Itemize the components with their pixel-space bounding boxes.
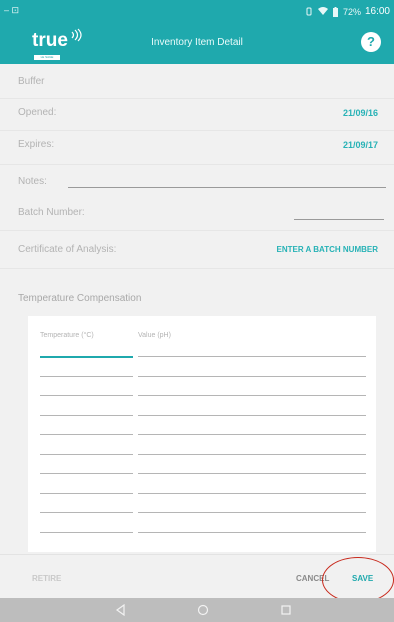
- notes-label: Notes:: [18, 176, 47, 187]
- value-cell-input[interactable]: [138, 473, 366, 474]
- temperature-cell-input[interactable]: [40, 531, 133, 533]
- col-header-temperature: Temperature (°C): [40, 332, 94, 339]
- status-icons-left: – ⊡: [4, 5, 20, 15]
- battery-icon: [332, 6, 338, 17]
- temperature-cell-input[interactable]: [40, 395, 133, 396]
- value-cell-input[interactable]: [138, 531, 366, 533]
- notes-input[interactable]: [68, 187, 386, 188]
- value-cell-input[interactable]: [138, 395, 366, 396]
- batch-number-input[interactable]: [294, 219, 384, 220]
- temperature-cell-input[interactable]: [40, 512, 133, 513]
- coa-label: Certificate of Analysis:: [18, 244, 117, 255]
- opened-label: Opened:: [18, 107, 57, 118]
- temperature-cell-input[interactable]: [40, 434, 133, 435]
- temp-comp-title: Temperature Compensation: [18, 293, 142, 304]
- value-cell-input[interactable]: [138, 492, 366, 494]
- temperature-cell-input[interactable]: [40, 453, 133, 455]
- expires-value[interactable]: 21/09/17: [343, 140, 378, 150]
- divider: [0, 230, 394, 231]
- value-cell-input[interactable]: [138, 414, 366, 416]
- temperature-cell-input[interactable]: [40, 356, 133, 358]
- value-cell-input[interactable]: [138, 434, 366, 435]
- retire-button[interactable]: RETIRE: [32, 574, 61, 583]
- temperature-cell-input[interactable]: [40, 414, 133, 416]
- expires-label: Expires:: [18, 139, 55, 150]
- item-name: Buffer: [18, 76, 45, 87]
- value-cell-input[interactable]: [138, 375, 366, 377]
- home-icon[interactable]: [197, 604, 209, 616]
- recents-icon[interactable]: [280, 604, 292, 616]
- system-nav-bar: [0, 598, 394, 622]
- temperature-cell-input[interactable]: [40, 375, 133, 377]
- temperature-cell-input[interactable]: [40, 492, 133, 494]
- value-cell-input[interactable]: [138, 512, 366, 513]
- divider: [0, 268, 394, 269]
- divider: [0, 98, 394, 99]
- enter-batch-number-link[interactable]: ENTER A BATCH NUMBER: [277, 245, 378, 254]
- value-cell-input[interactable]: [138, 356, 366, 357]
- batch-number-label: Batch Number:: [18, 207, 85, 218]
- annotation-circle: [322, 557, 394, 603]
- temperature-cell-input[interactable]: [40, 473, 133, 474]
- battery-percent: 72%: [342, 6, 361, 17]
- vibrate-icon: [306, 7, 312, 16]
- back-icon[interactable]: [115, 604, 127, 616]
- logo-subtext: LE SAGE: [34, 55, 60, 60]
- temp-comp-table: Temperature (°C) Value (pH): [28, 316, 376, 552]
- help-icon[interactable]: ?: [361, 32, 381, 52]
- status-icons-right: 72% 16:00: [304, 6, 390, 17]
- divider: [0, 130, 394, 131]
- col-header-value: Value (pH): [138, 332, 171, 339]
- opened-value[interactable]: 21/09/16: [343, 108, 378, 118]
- value-cell-input[interactable]: [138, 453, 366, 455]
- divider: [0, 164, 394, 165]
- status-time: 16:00: [364, 6, 390, 17]
- app-bar: true LE SAGE Inventory Item Detail ?: [0, 22, 394, 64]
- status-bar: – ⊡ 72% 16:00: [0, 0, 394, 22]
- page-title: Inventory Item Detail: [151, 37, 243, 48]
- wifi-icon: [317, 7, 328, 15]
